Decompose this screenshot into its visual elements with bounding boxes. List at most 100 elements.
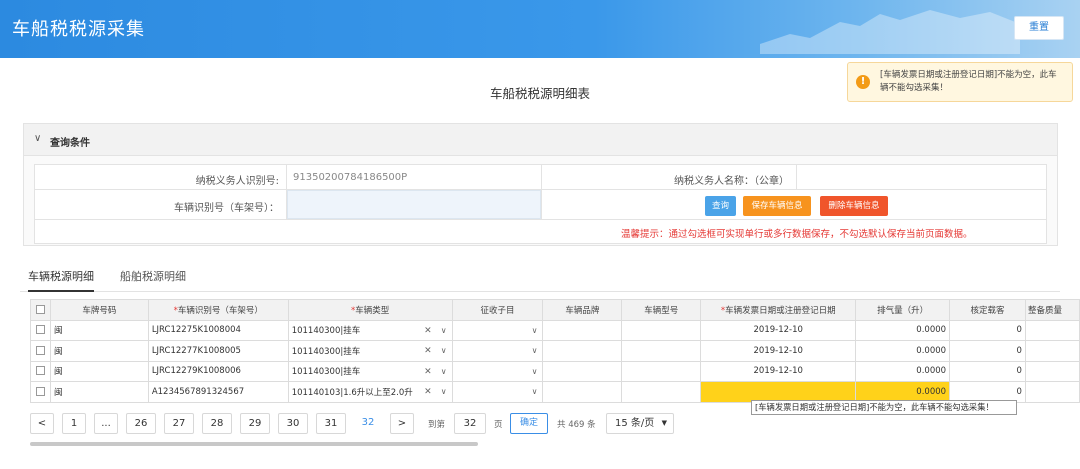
chevron-down-icon[interactable]: ∨ <box>441 326 447 335</box>
weight-cell[interactable] <box>1024 340 1080 362</box>
next-page-button[interactable]: > <box>390 413 414 434</box>
taxpayer-name-value <box>801 170 921 184</box>
page-size-select[interactable]: 15 条/页 ▼ <box>606 413 674 434</box>
page-31[interactable]: 31 <box>316 413 346 434</box>
seats-cell[interactable]: 0 <box>949 381 1026 403</box>
brand-cell[interactable] <box>542 360 623 382</box>
vin-label: 车辆识别号（车架号）： <box>174 203 279 214</box>
tab-vehicle[interactable]: 车辆税源明细 <box>28 268 94 292</box>
reset-button[interactable]: 重置 <box>1014 16 1064 40</box>
vehicle-type-select[interactable]: 101140300|挂车 ✕ ∨ <box>287 360 453 382</box>
page-ellipsis[interactable]: ... <box>94 413 118 434</box>
displacement-cell[interactable]: 0.0000 <box>855 360 951 382</box>
app-title: 车船税税源采集 <box>12 19 145 40</box>
vin-cell[interactable]: LJRC12277K1008005 <box>147 340 289 362</box>
model-cell[interactable] <box>621 340 702 362</box>
delete-vehicle-button[interactable]: 删除车辆信息 <box>820 196 888 216</box>
error-tooltip: [车辆发票日期或注册登记日期]不能为空，此车辆不能勾选采集！ <box>751 400 1017 415</box>
brand-cell[interactable] <box>542 340 623 362</box>
table-row[interactable]: 闽 LJRC12279K1008006 101140300|挂车 ✕ ∨ ∨ 2019-12… <box>30 360 1080 382</box>
confirm-page-button[interactable]: 确定 <box>510 413 548 434</box>
row-checkbox[interactable] <box>30 319 51 341</box>
vehicle-type-select[interactable]: 101140103|1.6升以上至2.0升 ✕ ∨ <box>287 381 453 403</box>
page-32-current[interactable]: 32 <box>354 413 382 434</box>
model-cell[interactable] <box>621 319 702 341</box>
tax-item-select[interactable]: ∨ <box>451 360 544 382</box>
vehicle-type-value: 101140300|挂车 <box>291 326 361 337</box>
tax-item-select[interactable]: ∨ <box>451 340 544 362</box>
weight-cell[interactable] <box>1024 319 1080 341</box>
chevron-down-icon[interactable]: ∨ <box>532 326 538 335</box>
toast-line-1: [车辆发票日期或注册登记日期]不能为空，此车 <box>880 70 1057 80</box>
horizontal-scrollbar[interactable] <box>30 442 478 446</box>
table-row[interactable]: 闽 LJRC12277K1008005 101140300|挂车 ✕ ∨ ∨ 2019-12… <box>30 340 1080 362</box>
taxpayer-id-value: 91350200784186500P <box>293 172 408 183</box>
chevron-down-icon[interactable]: ∨ <box>441 346 447 355</box>
query-panel-header[interactable]: ∨ 查询条件 <box>24 124 1057 156</box>
plate-cell[interactable]: 闽 <box>49 381 149 403</box>
select-all-checkbox[interactable] <box>30 299 51 321</box>
seats-cell[interactable]: 0 <box>949 340 1026 362</box>
page-29[interactable]: 29 <box>240 413 270 434</box>
col-displacement: 排气量（升） <box>855 299 951 321</box>
chevron-down-icon[interactable]: ∨ <box>532 346 538 355</box>
page-27[interactable]: 27 <box>164 413 194 434</box>
invoice-date-cell[interactable]: 2019-12-10 <box>700 360 857 382</box>
tax-item-select[interactable]: ∨ <box>451 319 544 341</box>
model-cell[interactable] <box>621 360 702 382</box>
displacement-cell[interactable]: 0.0000 <box>855 381 951 403</box>
col-type: *车辆类型 <box>287 299 453 321</box>
col-weight: 整备质量 <box>1024 299 1080 321</box>
tab-ship[interactable]: 船舶税源明细 <box>120 268 186 284</box>
query-button[interactable]: 查询 <box>705 196 736 216</box>
row-checkbox[interactable] <box>30 360 51 382</box>
model-cell[interactable] <box>621 381 702 403</box>
vehicle-type-select[interactable]: 101140300|挂车 ✕ ∨ <box>287 319 453 341</box>
displacement-cell[interactable]: 0.0000 <box>855 319 951 341</box>
tax-item-select[interactable]: ∨ <box>451 381 544 403</box>
clear-icon[interactable]: ✕ <box>424 387 432 397</box>
displacement-cell[interactable]: 0.0000 <box>855 340 951 362</box>
chevron-down-icon[interactable]: ∨ <box>34 133 41 144</box>
weight-cell[interactable] <box>1024 360 1080 382</box>
chevron-down-icon[interactable]: ∨ <box>441 367 447 376</box>
save-vehicle-button[interactable]: 保存车辆信息 <box>743 196 811 216</box>
plate-cell[interactable]: 闽 <box>49 360 149 382</box>
invoice-date-cell[interactable] <box>700 381 857 403</box>
page-unit: 页 <box>494 420 503 430</box>
page-1[interactable]: 1 <box>62 413 86 434</box>
vin-cell[interactable]: LJRC12275K1008004 <box>147 319 289 341</box>
page-28[interactable]: 28 <box>202 413 232 434</box>
plate-cell[interactable]: 闽 <box>49 319 149 341</box>
page-26[interactable]: 26 <box>126 413 156 434</box>
vehicle-type-select[interactable]: 101140300|挂车 ✕ ∨ <box>287 340 453 362</box>
brand-cell[interactable] <box>542 319 623 341</box>
invoice-date-cell[interactable]: 2019-12-10 <box>700 319 857 341</box>
seats-cell[interactable]: 0 <box>949 360 1026 382</box>
seats-cell[interactable]: 0 <box>949 319 1026 341</box>
brand-cell[interactable] <box>542 381 623 403</box>
taxpayer-name-label: 纳税义务人名称：（公章） <box>674 176 789 187</box>
chevron-down-icon[interactable]: ∨ <box>532 387 538 396</box>
plate-cell[interactable]: 闽 <box>49 340 149 362</box>
vin-input[interactable] <box>287 190 541 219</box>
goto-page-input[interactable]: 32 <box>454 413 486 434</box>
chevron-down-icon[interactable]: ∨ <box>441 387 447 396</box>
table-row[interactable]: 闽 A1234567891324567 101140103|1.6升以上至2.0升 ✕… <box>30 381 1080 403</box>
query-panel: ∨ 查询条件 纳税义务人识别号: 91350200784186500P 纳税义务… <box>23 123 1058 246</box>
clear-icon[interactable]: ✕ <box>424 346 432 356</box>
clear-icon[interactable]: ✕ <box>424 326 432 336</box>
invoice-date-cell[interactable]: 2019-12-10 <box>700 340 857 362</box>
prev-page-button[interactable]: < <box>30 413 54 434</box>
col-model: 车辆型号 <box>621 299 702 321</box>
table-row[interactable]: 闽 LJRC12275K1008004 101140300|挂车 ✕ ∨ ∨ 2019-12… <box>30 319 1080 341</box>
vin-cell[interactable]: A1234567891324567 <box>147 381 289 403</box>
weight-cell[interactable] <box>1024 381 1080 403</box>
vin-cell[interactable]: LJRC12279K1008006 <box>147 360 289 382</box>
page-30[interactable]: 30 <box>278 413 308 434</box>
clear-icon[interactable]: ✕ <box>424 367 432 377</box>
col-invoice-date: *车辆发票日期或注册登记日期 <box>700 299 857 321</box>
row-checkbox[interactable] <box>30 340 51 362</box>
row-checkbox[interactable] <box>30 381 51 403</box>
chevron-down-icon[interactable]: ∨ <box>532 367 538 376</box>
